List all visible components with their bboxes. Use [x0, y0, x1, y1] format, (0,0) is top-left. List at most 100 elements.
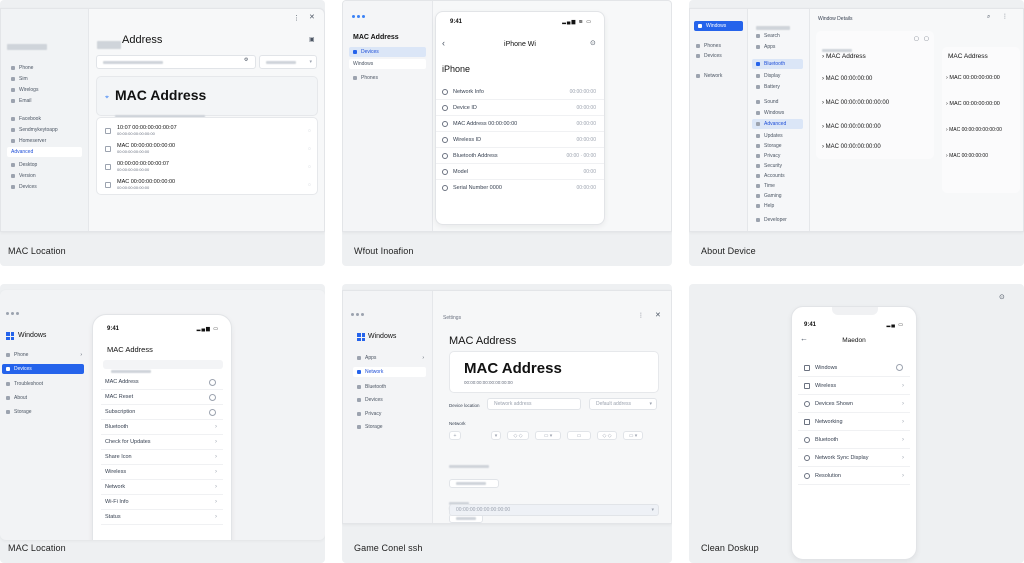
sidebar-item-7[interactable]: Battery [752, 82, 803, 92]
sidebar-item-13[interactable]: Privacy [752, 151, 803, 161]
sidebar-item-9[interactable]: Version [7, 171, 82, 181]
sidebar-item-windows[interactable]: Windows [349, 59, 426, 69]
sidebar-item-4[interactable]: Privacy [353, 409, 426, 419]
info-row[interactable]: Model 00:00 [436, 164, 604, 180]
sidebar-item-5[interactable]: Bluetooth [752, 59, 803, 69]
close-icon[interactable]: ✕ [309, 14, 315, 21]
list-row[interactable]: Wi-Fi Info › [101, 495, 223, 510]
sidebar-item-3[interactable]: Devices [353, 395, 426, 405]
close-icon[interactable]: ✕ [655, 312, 661, 319]
list-item[interactable]: › MAC 00:00:00:00:00 [822, 144, 881, 150]
list-row[interactable]: Network › [101, 480, 223, 495]
menu-icon[interactable]: ⋮ [1002, 14, 1008, 20]
list-item[interactable]: › MAC 00:00:00:00:00 [822, 124, 881, 130]
sidebar-item-10[interactable]: Devices [7, 182, 82, 192]
list-row[interactable]: Network Sync Display › [798, 449, 910, 467]
sidebar-item-1[interactable]: Sim [7, 74, 82, 84]
list-row[interactable]: Subscription [101, 405, 223, 420]
toolbar-chip[interactable]: ▾ [491, 431, 501, 440]
info-row[interactable]: Device ID 00:00:00 [436, 100, 604, 116]
search-input[interactable] [96, 55, 256, 69]
list-item[interactable]: MAC 00:00:00:00:00:00 00:00:00:00:00:00 ◌ [97, 176, 317, 193]
sidebar-item-1[interactable]: Network [353, 367, 426, 377]
sidebar-item-16[interactable]: Time [752, 181, 803, 191]
list-row[interactable]: Wireless › [101, 465, 223, 480]
window-controls[interactable] [6, 312, 19, 315]
list-row[interactable]: Share Icon › [101, 450, 223, 465]
sidebar-item-0[interactable]: Phone [7, 63, 82, 73]
sidebar-item-6[interactable]: Homeserver [7, 136, 82, 146]
sidebar-item-5[interactable]: Storage [353, 422, 426, 432]
bookmark-icon[interactable]: ▣ [309, 37, 315, 43]
list-item[interactable]: › MAC 00:00:00:00 [822, 76, 872, 82]
sidebar-item-2[interactable]: Bluetooth [353, 382, 426, 392]
mac-dropdown[interactable]: 00:00:00:00:00:00:00:00 ▾ [449, 504, 659, 516]
sidebar-item-2[interactable]: Troubleshoot [2, 379, 84, 389]
sort-select[interactable]: ▾ [259, 55, 317, 69]
sidebar-item-devices[interactable]: Devices [349, 47, 426, 57]
toolbar-chip[interactable]: + [449, 431, 461, 440]
filter-icon[interactable]: ⚙ [244, 58, 248, 63]
sidebar-item-3[interactable]: About [2, 393, 84, 403]
sidebar-item-10[interactable]: Advanced [752, 119, 803, 129]
address-select[interactable]: Default address ▾ [589, 398, 657, 410]
sidebar-item-12[interactable]: Storage [752, 141, 803, 151]
sidebar-item-3[interactable]: Search [752, 31, 803, 41]
toolbar-chip[interactable]: ▭ ▾ [535, 431, 561, 440]
info-row[interactable]: Network Info 00:00:00:00 [436, 84, 604, 100]
sidebar-item-6[interactable]: Display [752, 71, 803, 81]
settings-icon[interactable]: ⊙ [590, 40, 596, 47]
option-chip[interactable] [449, 479, 499, 488]
sidebar-item-phones[interactable]: Phones [349, 73, 426, 83]
sidebar-item-19[interactable]: Developer [752, 215, 803, 225]
sidebar-item-1[interactable]: Devices [2, 364, 84, 374]
sidebar-item-1[interactable]: Devices [692, 51, 741, 61]
list-row[interactable]: Windows [798, 359, 910, 377]
list-row[interactable]: MAC Address [101, 375, 223, 390]
sidebar-item-0[interactable]: Phones [692, 41, 741, 51]
sidebar-item-0[interactable]: Phone › [2, 350, 84, 360]
sidebar-item-4[interactable]: Apps [752, 42, 803, 52]
list-row[interactable]: Bluetooth › [101, 420, 223, 435]
toolbar-chip[interactable]: ◇ ◇ [597, 431, 617, 440]
list-item[interactable]: 00:00:00:00:00:00:07 00:00:00:00:00:00 ◌ [97, 158, 317, 175]
list-row[interactable]: Status › [101, 510, 223, 525]
sidebar-item-5[interactable]: Sendmykeytoapp [7, 125, 82, 135]
sidebar-item-windows[interactable]: Windows [694, 21, 743, 31]
detail-item[interactable]: › MAC 00:00:00:00:00 [946, 75, 1000, 81]
sidebar-item-2[interactable]: Wirelogs [7, 85, 82, 95]
list-row[interactable]: Bluetooth › [798, 431, 910, 449]
detail-item[interactable]: › MAC 00:00:00:00:00 [946, 101, 1000, 107]
list-item[interactable]: MAC 00:00:00:00:00:00 00:00:00:00:00:00 ◌ [97, 140, 317, 157]
list-row[interactable]: Devices Shown › [798, 395, 910, 413]
sidebar-item-17[interactable]: Gaming [752, 191, 803, 201]
sidebar-item-4[interactable]: Storage [2, 407, 84, 417]
toolbar-chip[interactable]: ◇ ◇ [507, 431, 529, 440]
sidebar-item-7[interactable]: Advanced [7, 147, 82, 157]
sidebar-item-8[interactable]: Desktop [7, 160, 82, 170]
settings-icon[interactable]: ⊙ [999, 294, 1005, 301]
address-input[interactable]: Network address [487, 398, 581, 410]
sidebar-item-18[interactable]: Help [752, 201, 803, 211]
info-row[interactable]: Bluetooth Address 00:00 · 00:00 [436, 148, 604, 164]
menu-icon[interactable]: ⋮ [638, 313, 644, 319]
grid-icon[interactable]: ▢ [914, 37, 919, 42]
toolbar-chip[interactable]: ▭ ▾ [623, 431, 643, 440]
detail-item[interactable]: › MAC 00:00:00:00 [946, 153, 988, 159]
list-item[interactable]: › MAC 00:00:00:00:00:00 [822, 100, 889, 106]
list-row[interactable]: Check for Updates › [101, 435, 223, 450]
list-item[interactable]: 10:07 00:00:00:00:00:07 00:00:00:00:00:00… [97, 122, 317, 139]
sidebar-item-15[interactable]: Accounts [752, 171, 803, 181]
list-item[interactable]: › MAC Address [822, 53, 866, 60]
toolbar-chip[interactable]: ▭ [567, 431, 591, 440]
sidebar-item-3[interactable]: Email [7, 96, 82, 106]
list-icon[interactable]: ▢ [924, 37, 929, 42]
info-row[interactable]: Serial Number 0000 00:00:00 [436, 180, 604, 196]
sidebar-item-11[interactable]: Updates [752, 131, 803, 141]
tab-label[interactable]: Settings [443, 315, 461, 321]
window-controls[interactable] [351, 313, 364, 316]
window-controls[interactable] [352, 15, 365, 18]
list-row[interactable]: Resolution › [798, 467, 910, 485]
info-row[interactable]: Wireless ID 00:00:00 [436, 132, 604, 148]
search-bar[interactable] [103, 360, 223, 373]
